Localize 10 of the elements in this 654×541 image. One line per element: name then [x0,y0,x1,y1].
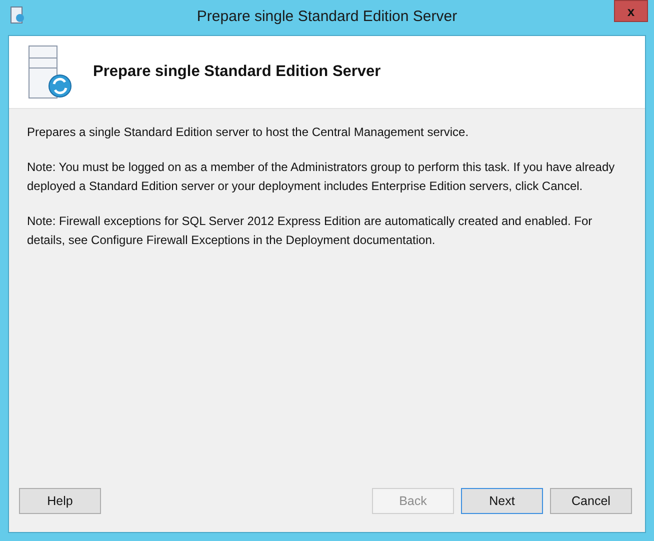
page-heading: Prepare single Standard Edition Server [93,63,381,81]
description-text: Note: You must be logged on as a member of the Administrators group to perform this task. If you have already deployed a Standard Edition server or your deployment includes Enterprise Edition servers, click Cancel. [27,159,616,195]
description-text: Prepares a single Standard Edition server to host the Central Management service. [27,124,470,141]
wizard-button[interactable]: Cancel [550,488,632,514]
help-button[interactable]: Help [19,488,101,514]
description-text: Note: Firewall exceptions for SQL Server 2012 Express Edition are automatically created and enabled. For details, see Configure Firewall Exceptions in the Deployment documentation. [27,213,594,249]
close-button[interactable]: x [614,0,648,22]
window-title: Prepare single Standard Edition Server [196,8,458,25]
wizard-button[interactable]: Next [461,488,543,514]
server-icon [10,6,26,24]
